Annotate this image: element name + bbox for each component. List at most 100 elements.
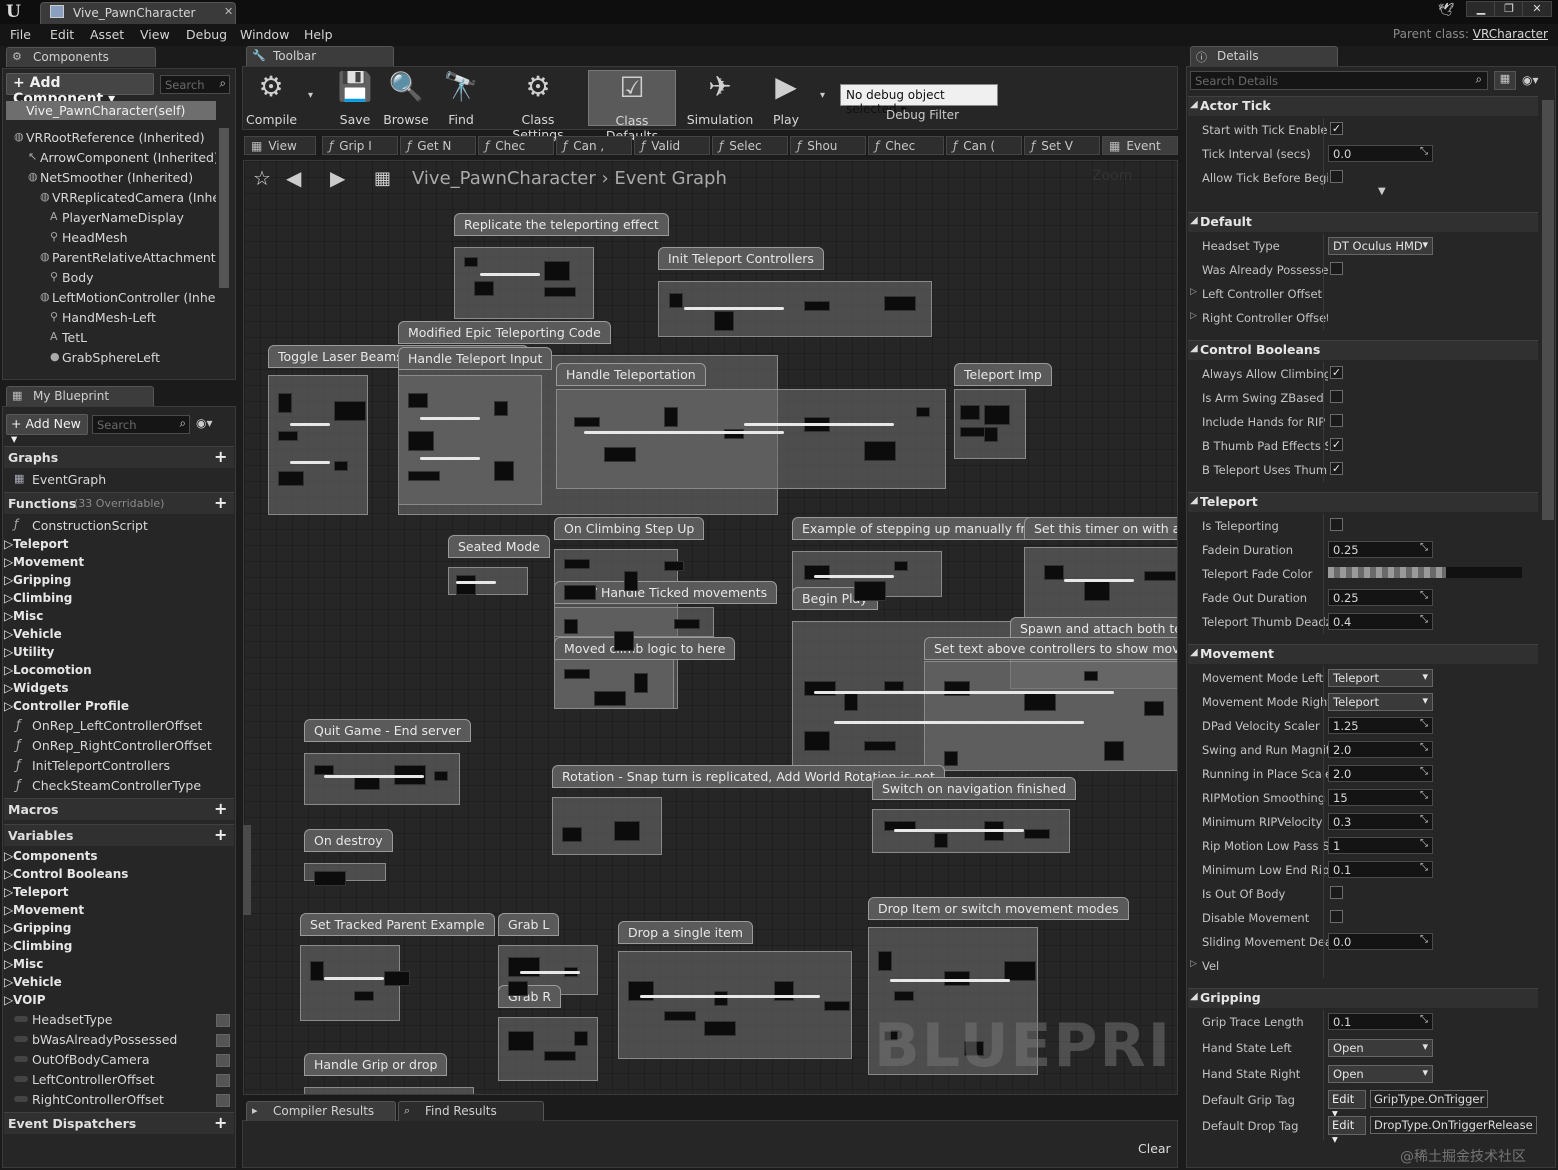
event-graph-item[interactable]: EventGraph (32, 472, 106, 487)
comment-label[interactable]: Handle Grip or drop (304, 1053, 448, 1076)
graph-node[interactable] (1084, 671, 1098, 681)
comment-label[interactable]: Set Tracked Parent Example (300, 913, 495, 936)
details-number-field[interactable]: 15 ⤡ (1328, 789, 1433, 806)
graph-node[interactable] (884, 681, 904, 691)
details-column-divider[interactable] (1323, 666, 1324, 978)
details-scrollbar[interactable] (1542, 100, 1554, 520)
function-category[interactable]: ▷ (4, 681, 13, 695)
menu-item-view[interactable]: View (140, 27, 170, 42)
function-category[interactable]: ▷ (4, 591, 13, 605)
comment-label[interactable]: Moved climb logic to here (554, 637, 736, 660)
component-item[interactable]: ParentRelativeAttachment (Inh (52, 250, 216, 265)
graph-node[interactable] (314, 871, 346, 886)
expand-arrow-icon[interactable]: ▷ (1190, 287, 1197, 297)
construction-script-item[interactable]: ConstructionScript (32, 518, 148, 533)
graph-node[interactable] (1024, 691, 1056, 711)
graph-node[interactable] (508, 957, 540, 977)
collapse-arrow-icon[interactable]: ◢ (1190, 215, 1198, 226)
component-item[interactable]: LeftMotionController (Inheritec (52, 290, 216, 305)
details-combo[interactable]: Open (1328, 1039, 1433, 1057)
graph-node[interactable] (314, 765, 334, 775)
comment-label[interactable]: Teleport Imp (954, 363, 1052, 386)
graph-tab-5[interactable]: ƒ Valid (634, 136, 710, 155)
play-options-chevron-icon[interactable]: ▾ (820, 90, 825, 101)
variable-category[interactable]: ▷ (4, 957, 13, 971)
class-settings-button[interactable]: ⚙ Class Settings (494, 70, 582, 142)
component-item[interactable]: TetL (62, 330, 216, 345)
graph-node[interactable] (664, 407, 678, 427)
add-variables-button[interactable]: + (214, 825, 227, 844)
graph-node[interactable] (1084, 581, 1110, 601)
collapse-arrow-icon[interactable]: ◢ (1190, 647, 1198, 658)
comment-label[interactable]: Grab L (498, 913, 560, 936)
graph-node[interactable] (1144, 571, 1176, 581)
graph-node[interactable] (604, 447, 636, 462)
graph-node[interactable] (628, 981, 654, 1001)
variable-item[interactable]: LeftControllerOffset (32, 1072, 155, 1087)
my-blueprint-tab[interactable]: My Blueprint (6, 386, 154, 406)
component-item[interactable]: HeadMesh (62, 230, 216, 245)
graph-node[interactable] (704, 1021, 736, 1036)
graph-node[interactable] (310, 961, 324, 981)
class-defaults-button[interactable]: ☑ Class Defaults (588, 70, 676, 143)
graph-tab-9[interactable]: ƒ Can ( (946, 136, 1022, 155)
variable-category[interactable]: ▷ (4, 921, 13, 935)
graph-scroll-handle[interactable] (243, 825, 251, 915)
compile-options-chevron-icon[interactable]: ▾ (308, 90, 313, 101)
component-item[interactable]: PlayerNameDisplay (62, 210, 216, 225)
find-results-tab[interactable]: Find Results (398, 1101, 544, 1121)
graph-node[interactable] (456, 575, 476, 595)
graph-node[interactable] (562, 827, 582, 842)
graph-node[interactable] (544, 261, 570, 281)
details-checkbox[interactable]: ✓ (1330, 438, 1343, 451)
maximize-button[interactable]: ❐ (1494, 1, 1524, 17)
menu-item-window[interactable]: Window (240, 27, 289, 42)
graph-tab-1[interactable]: ƒ Grip I (322, 136, 398, 155)
details-number-field[interactable]: 0.0 ⤡ (1328, 145, 1433, 162)
function-category[interactable]: ▷ (4, 573, 13, 587)
graph-node[interactable] (508, 1031, 534, 1051)
graph-tab-10[interactable]: ƒ Set V (1024, 136, 1100, 155)
graph-tab-8[interactable]: ƒ Chec (868, 136, 944, 155)
variable-category[interactable]: ▷ (4, 885, 13, 899)
comment-box[interactable] (924, 661, 1177, 771)
add-functions-button[interactable]: + (214, 493, 227, 512)
graph-node[interactable] (714, 991, 728, 1006)
function-item[interactable]: CheckSteamControllerType (32, 778, 201, 793)
details-number-field[interactable]: 0.25 ⤡ (1328, 589, 1433, 606)
details-combo[interactable]: Teleport (1328, 669, 1433, 687)
component-item[interactable]: HandMesh-Left (62, 310, 216, 325)
graph-node[interactable] (574, 417, 600, 427)
components-tab[interactable]: Components (6, 47, 156, 67)
function-item[interactable]: OnRep_RightControllerOffset (32, 738, 212, 753)
toolbar-tab[interactable]: Toolbar (246, 46, 394, 66)
graph-node[interactable] (494, 461, 514, 481)
comment-label[interactable]: Drop Item or switch movement modes (868, 897, 1129, 920)
graph-node[interactable] (934, 833, 948, 848)
graph-node[interactable] (434, 771, 448, 781)
graph-node[interactable] (334, 461, 348, 471)
details-tab[interactable]: Details (1190, 46, 1338, 66)
graph-node[interactable] (984, 427, 998, 442)
tag-edit-button[interactable]: Edit ▾ (1328, 1090, 1366, 1120)
details-column-divider[interactable] (1323, 514, 1324, 634)
graph-node[interactable] (278, 431, 298, 441)
details-checkbox[interactable] (1330, 170, 1343, 183)
function-item[interactable]: OnRep_LeftControllerOffset (32, 718, 202, 733)
event-graph-canvas[interactable]: Replicate the teleporting effect Init Tel… (243, 160, 1178, 1095)
details-checkbox[interactable]: ✓ (1330, 462, 1343, 475)
graph-node[interactable] (844, 691, 858, 711)
graph-tab-2[interactable]: ƒ Get N (400, 136, 476, 155)
graph-node[interactable] (984, 405, 1010, 425)
graph-tab-7[interactable]: ƒ Shou (790, 136, 866, 155)
variable-visibility-icon[interactable] (216, 1014, 230, 1027)
variables-section[interactable]: Variables (4, 824, 234, 846)
details-number-field[interactable]: 2.0 ⤡ (1328, 765, 1433, 782)
comment-box[interactable] (556, 389, 946, 489)
graph-node[interactable] (1104, 741, 1124, 761)
graph-node[interactable] (664, 561, 684, 571)
details-number-field[interactable]: 0.1 ⤡ (1328, 861, 1433, 878)
details-checkbox[interactable] (1330, 886, 1343, 899)
comment-label[interactable]: Replicate the teleporting effect (454, 213, 669, 236)
graph-node[interactable] (564, 669, 590, 679)
